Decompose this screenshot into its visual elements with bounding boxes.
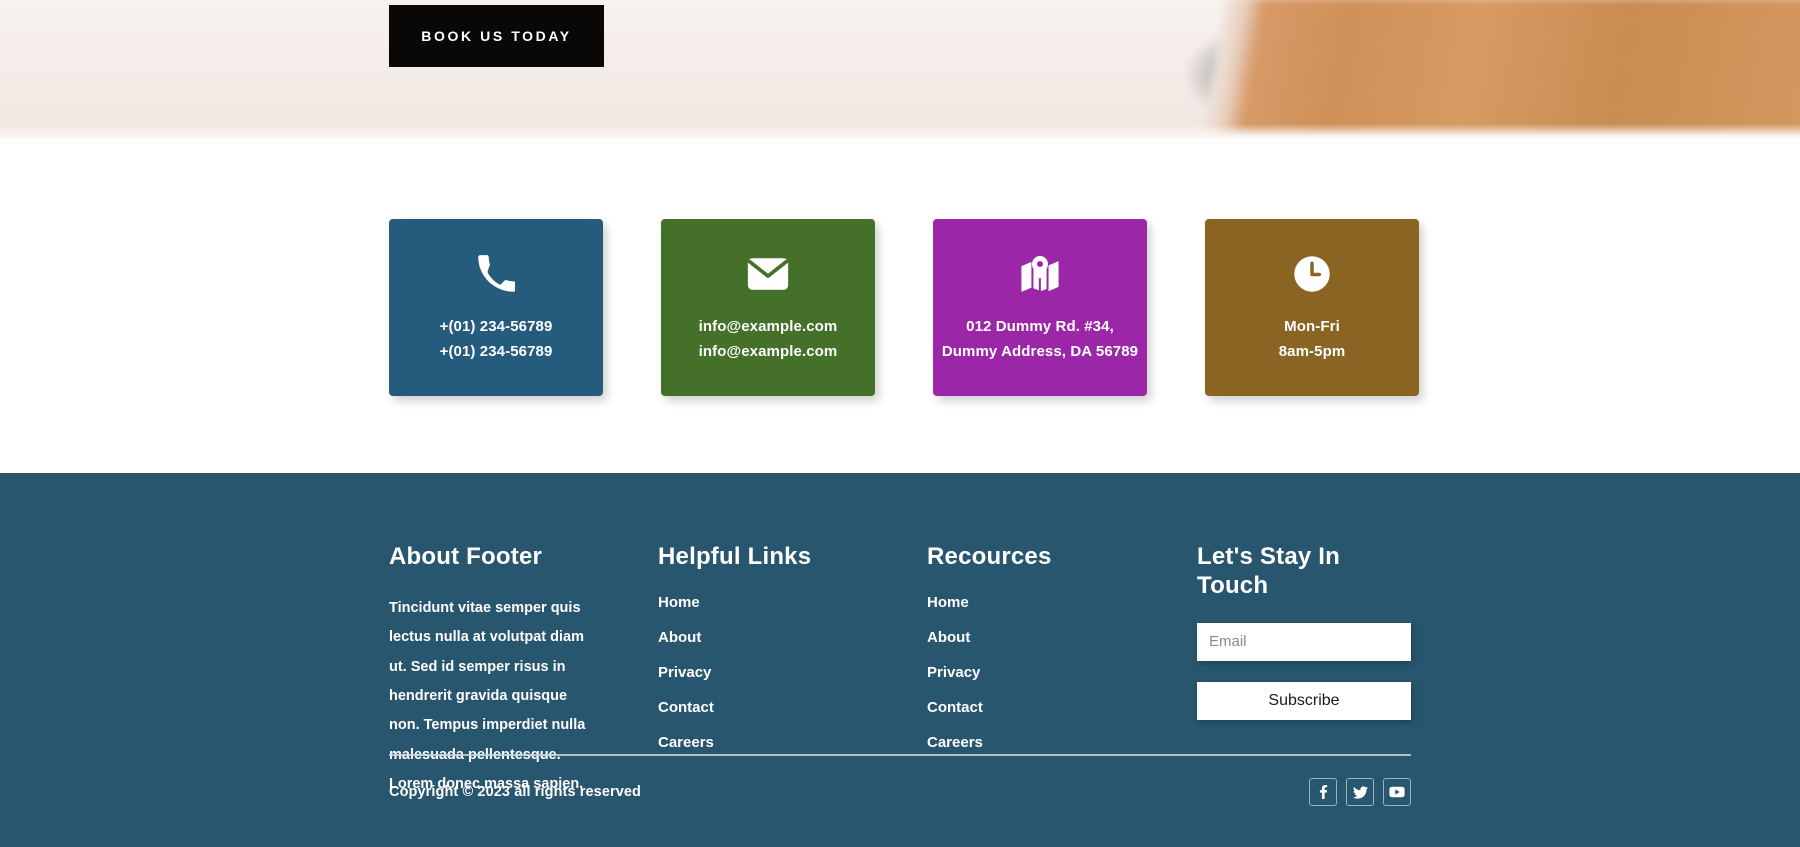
about-footer-heading: About Footer [389,543,543,570]
address-line-1: 012 Dummy Rd. #34, [966,318,1114,335]
footer-column-helpful-links: Helpful Links Home About Privacy Contact… [658,543,927,800]
phone-line-1: +(01) 234-56789 [439,318,553,335]
resource-link-contact[interactable]: Contact [927,699,983,716]
helpful-link-careers[interactable]: Careers [658,734,714,751]
address-card-text: 012 Dummy Rd. #34, Dummy Address, DA 567… [942,317,1138,361]
facebook-icon[interactable] [1309,778,1337,806]
helpful-links-list: Home About Privacy Contact Careers [658,594,927,752]
page-root: BOOK US TODAY +(01) 234-56789 +(01) 234-… [0,0,1800,847]
hours-line-1: Mon-Fri [1284,318,1340,335]
helpful-links-heading: Helpful Links [658,543,812,570]
twitter-icon[interactable] [1346,778,1374,806]
contact-card-phone[interactable]: +(01) 234-56789 +(01) 234-56789 [389,219,603,396]
list-item: Privacy [658,664,927,682]
about-footer-text: Tincidunt vitae semper quis lectus nulla… [389,599,586,793]
email-input[interactable] [1197,622,1411,661]
contact-card-hours[interactable]: Mon-Fri 8am-5pm [1205,219,1419,396]
list-item: Home [927,594,1197,612]
contact-card-address[interactable]: 012 Dummy Rd. #34, Dummy Address, DA 567… [933,219,1147,396]
hours-card-text: Mon-Fri 8am-5pm [1279,317,1346,361]
email-line-2: info@example.com [698,342,838,360]
hero-bottom-fade [0,124,1800,140]
list-item: About [927,629,1197,647]
envelope-icon [747,253,789,295]
social-links [1309,778,1411,806]
helpful-link-home[interactable]: Home [658,594,700,611]
resource-link-privacy[interactable]: Privacy [927,664,980,681]
contact-cards-section: +(01) 234-56789 +(01) 234-56789 info@exa… [0,140,1800,473]
footer-column-resources: Recources Home About Privacy Contact Car… [927,543,1197,800]
email-line-1: info@example.com [698,318,838,335]
resource-link-about[interactable]: About [927,629,970,646]
footer-inner: About Footer Tincidunt vitae semper quis… [389,473,1411,847]
phone-card-text: +(01) 234-56789 +(01) 234-56789 [440,317,553,361]
youtube-icon[interactable] [1383,778,1411,806]
newsletter-heading: Let's Stay In Touch [1197,543,1341,599]
list-item: Contact [927,699,1197,717]
phone-icon [477,253,515,295]
hero-background-photo [0,0,1800,140]
list-item: Careers [658,734,927,752]
contact-cards-row: +(01) 234-56789 +(01) 234-56789 info@exa… [389,219,1419,396]
map-pin-icon [1020,253,1060,295]
hours-line-2: 8am-5pm [1278,342,1346,360]
footer-column-newsletter: Let's Stay In Touch Subscribe [1197,543,1411,800]
site-footer: About Footer Tincidunt vitae semper quis… [0,473,1800,847]
subscribe-button[interactable]: Subscribe [1197,681,1411,720]
helpful-link-contact[interactable]: Contact [658,699,714,716]
footer-divider [389,754,1411,756]
copyright-text: Copyright © 2023 all rights reserved [389,784,642,800]
email-card-text: info@example.com info@example.com [699,317,838,361]
phone-line-2: +(01) 234-56789 [439,342,553,360]
footer-bottom-bar: Copyright © 2023 all rights reserved [389,778,1411,806]
list-item: Contact [658,699,927,717]
contact-card-email[interactable]: info@example.com info@example.com [661,219,875,396]
footer-columns: About Footer Tincidunt vitae semper quis… [389,543,1411,800]
footer-column-about: About Footer Tincidunt vitae semper quis… [389,543,658,800]
hero-section: BOOK US TODAY [0,0,1800,140]
helpful-link-privacy[interactable]: Privacy [658,664,711,681]
resources-list: Home About Privacy Contact Careers [927,594,1197,752]
resource-link-home[interactable]: Home [927,594,969,611]
list-item: Privacy [927,664,1197,682]
book-us-today-button[interactable]: BOOK US TODAY [389,5,604,67]
clock-icon [1293,253,1331,295]
list-item: Home [658,594,927,612]
address-line-2: Dummy Address, DA 56789 [941,342,1139,360]
list-item: Careers [927,734,1197,752]
resource-link-careers[interactable]: Careers [927,734,983,751]
helpful-link-about[interactable]: About [658,629,701,646]
list-item: About [658,629,927,647]
resources-heading: Recources [927,543,1052,570]
